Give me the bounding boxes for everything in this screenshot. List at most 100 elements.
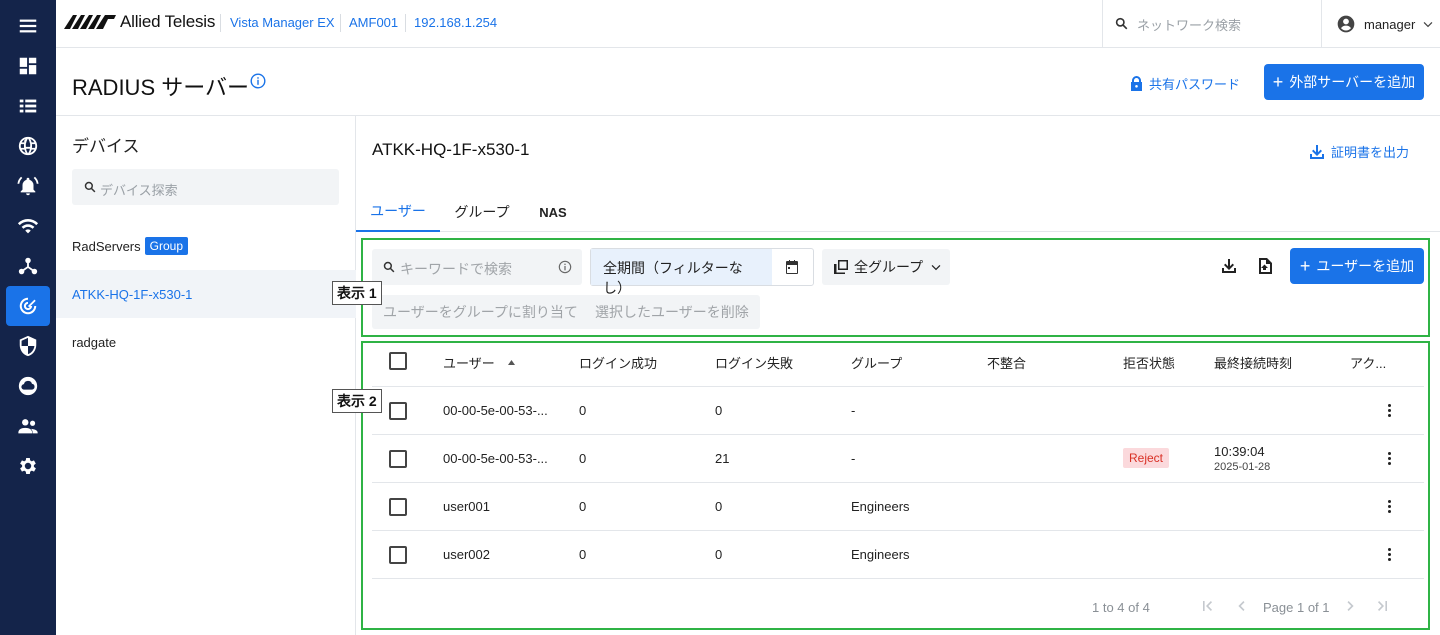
breadcrumb-device[interactable]: AMF001 [349,15,398,30]
delete-selected-button[interactable]: 選択したユーザーを削除 [584,295,760,329]
column-header-actions[interactable]: アク... [1350,353,1386,372]
row-divider [372,434,1424,435]
next-page-icon[interactable] [1344,600,1356,612]
add-external-server-button[interactable]: + 外部サーバーを追加 [1264,64,1424,100]
delete-selected-label: 選択したユーザーを削除 [595,304,749,320]
export-certificate-label: 証明書を出力 [1331,145,1410,160]
shared-password-button[interactable]: 共有パスワード [1130,74,1240,93]
keyword-search-placeholder: キーワードで検索 [400,261,512,277]
column-header-reject-status[interactable]: 拒否状態 [1123,353,1175,372]
row-checkbox[interactable] [389,546,407,564]
search-icon [1115,17,1128,30]
network-search-placeholder: ネットワーク検索 [1137,18,1242,33]
row-checkbox[interactable] [389,450,407,468]
menu-icon[interactable] [6,6,50,46]
select-all-checkbox[interactable] [389,352,407,370]
row-checkbox[interactable] [389,498,407,516]
tab-users-label: ユーザー [370,203,426,219]
settings-icon[interactable] [6,446,50,486]
period-filter[interactable]: 全期間（フィルターなし） [590,248,814,296]
shield-icon[interactable] [6,326,50,366]
group-filter-value: 全グループ [854,259,924,275]
tab-nas[interactable]: NAS [526,192,580,232]
group-cell: - [851,403,856,418]
column-header-user[interactable]: ユーザー [443,353,516,372]
add-user-button[interactable]: + ユーザーを追加 [1290,248,1424,284]
group-cell: Engineers [851,499,910,514]
row-actions-menu-icon[interactable] [1388,452,1392,466]
topology-icon[interactable] [6,246,50,286]
first-page-icon[interactable] [1202,600,1214,612]
export-certificate-button[interactable]: 証明書を出力 [1309,142,1409,161]
chevron-down-icon [931,265,941,271]
user-name-cell[interactable]: 00-00-5e-00-53-... [443,451,548,466]
breadcrumb-ip[interactable]: 192.168.1.254 [414,15,497,30]
column-header-group[interactable]: グループ [851,353,902,372]
last-page-icon[interactable] [1376,600,1388,612]
chevron-down-icon [1423,22,1433,28]
alarm-icon[interactable] [6,166,50,206]
add-user-label: ユーザーを追加 [1316,258,1415,274]
tab-users[interactable]: ユーザー [356,192,440,232]
add-external-server-label: 外部サーバーを追加 [1289,74,1416,90]
list-icon[interactable] [6,86,50,126]
user-name-cell[interactable]: user001 [443,499,490,514]
column-header-mismatch[interactable]: 不整合 [987,353,1026,372]
dashboard-icon[interactable] [6,46,50,86]
row-actions-menu-icon[interactable] [1388,500,1392,514]
device-name: ATKK-HQ-1F-x530-1 [72,286,193,302]
info-icon[interactable] [250,73,266,89]
column-header-user-label: ユーザー [443,356,495,371]
login-fail-cell: 0 [715,403,723,418]
highlight-area-2 [361,341,1430,630]
group-filter-select[interactable]: 全グループ [822,249,950,285]
row-checkbox[interactable] [389,402,407,420]
last-connection-date: 2025-01-28 [1214,461,1271,473]
period-filter-value: 全期間（フィルターなし） [591,249,772,296]
device-item-radservers[interactable]: RadServers Group [56,222,356,270]
device-item-radgate[interactable]: radgate [56,318,356,366]
device-item-atkk-hq-1f-x530-1[interactable]: ATKK-HQ-1F-x530-1 [56,270,356,318]
column-header-login-success[interactable]: ログイン成功 [579,353,657,372]
info-icon[interactable] [558,260,572,274]
users-icon[interactable] [6,406,50,446]
network-search-input[interactable]: ネットワーク検索 [1102,0,1322,48]
download-button[interactable] [1216,253,1242,279]
globe-icon[interactable] [6,126,50,166]
radius-icon[interactable] [6,286,50,326]
download-icon [1310,144,1324,159]
column-header-last-connection[interactable]: 最終接続時刻 [1214,353,1292,372]
user-menu[interactable]: manager [1336,0,1433,48]
device-search-input[interactable]: デバイス探索 [72,169,339,205]
plus-icon: + [1299,256,1311,276]
previous-page-icon[interactable] [1236,600,1248,612]
row-actions-menu-icon[interactable] [1388,548,1392,562]
column-header-login-fail[interactable]: ログイン失敗 [715,353,793,372]
search-icon [383,261,395,273]
wifi-icon[interactable] [6,206,50,246]
calendar-icon[interactable] [784,259,800,275]
row-divider [372,482,1424,483]
cloud-icon[interactable] [6,366,50,406]
device-panel-title: デバイス [72,137,140,156]
brand-logo[interactable]: Allied Telesis [64,11,215,33]
shared-password-label: 共有パスワード [1149,77,1241,92]
breadcrumb-product[interactable]: Vista Manager EX [230,15,335,30]
row-actions-menu-icon[interactable] [1388,404,1392,418]
import-button[interactable] [1252,253,1278,279]
group-badge: Group [144,237,188,255]
last-connection-time: 10:39:04 [1214,444,1265,459]
area-label-1: 表示 1 [332,281,382,305]
user-name-cell[interactable]: user002 [443,547,490,562]
user-name-cell[interactable]: 00-00-5e-00-53-... [443,403,548,418]
group-cell: Engineers [851,547,910,562]
tab-nas-label: NAS [539,204,567,220]
top-bar: Allied Telesis Vista Manager EX AMF001 1… [56,0,1440,48]
keyword-search-input[interactable]: キーワードで検索 [372,249,582,285]
nav-rail [0,0,56,635]
assign-to-group-button[interactable]: ユーザーをグループに割り当て [372,295,589,329]
login-success-cell: 0 [579,547,587,562]
row-divider [372,530,1424,531]
group-cell: - [851,451,856,466]
tab-groups[interactable]: グループ [442,192,522,232]
